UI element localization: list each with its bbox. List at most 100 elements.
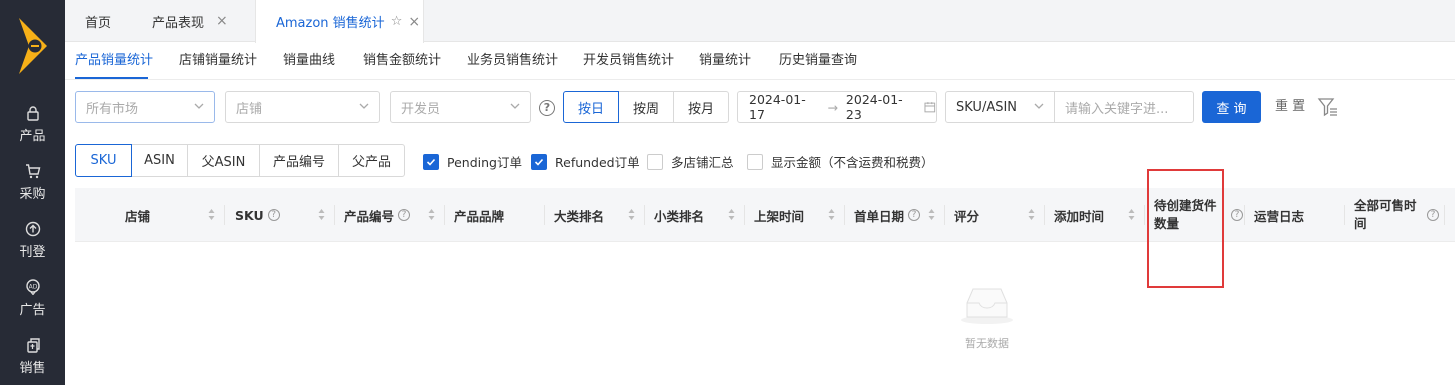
column-divider [744,205,745,225]
date-range-picker[interactable]: 2024-01-17 → 2024-01-23 [737,91,937,123]
date-end[interactable]: 2024-01-23 [846,92,916,122]
chevron-down-icon [194,103,204,109]
column-label: 大类排名 [554,208,605,224]
subnav-sales-curve[interactable]: 销量曲线 [283,42,335,80]
filter-icon[interactable] [1317,96,1339,118]
refunded-orders-checkbox[interactable]: Refunded订单 [531,152,640,171]
help-icon[interactable]: ? [539,100,555,116]
sidebar-item-purchase[interactable]: 采购 [0,156,65,208]
sort-icon[interactable] [1028,208,1035,221]
subnav-sales-amount[interactable]: 销售金额统计 [363,42,441,80]
dimension-parent-asin-button[interactable]: 父ASIN [187,144,260,177]
sidebar-item-product[interactable]: 产品 [0,98,65,150]
highlight-box [1147,169,1224,288]
column-divider [334,205,335,225]
column-header-first-order-date[interactable]: 首单日期? [854,188,921,242]
developer-select[interactable]: 开发员 [390,91,531,123]
column-header-brand[interactable]: 产品品牌 [454,188,504,242]
sidebar-item-listing[interactable]: 刊登 [0,214,65,266]
search-placeholder: 请输入关键字进... [1065,101,1169,117]
dimension-product-code-button[interactable]: 产品编号 [259,144,339,177]
column-header-rating[interactable]: 评分 [954,188,979,242]
search-input[interactable]: 请输入关键字进... [1054,91,1194,123]
column-header-operation-log[interactable]: 运营日志 [1254,188,1304,242]
sort-icon[interactable] [1128,208,1135,221]
column-header-shop[interactable]: 店铺 [125,188,150,242]
subnav-sales-stats[interactable]: 销量统计 [699,42,751,80]
sort-icon[interactable] [428,208,435,221]
column-header-added-time[interactable]: 添加时间 [1054,188,1104,242]
subnav-history[interactable]: 历史销量查询 [779,42,857,80]
chevron-down-icon [1034,103,1044,109]
column-header-sub-rank[interactable]: 小类排名 [654,188,704,242]
column-header-main-rank[interactable]: 大类排名 [554,188,604,242]
help-icon[interactable]: ? [398,209,411,221]
dimension-asin-button[interactable]: ASIN [131,144,188,177]
tab-product-performance[interactable]: 产品表现 × [152,0,228,42]
period-day-button[interactable]: 按日 [563,91,619,123]
column-label: 产品编号 [344,208,395,224]
column-label: 产品品牌 [454,208,505,224]
period-toggle: 按日 按周 按月 [563,91,729,123]
dimension-sku-button[interactable]: SKU [75,144,132,177]
period-week-button[interactable]: 按周 [618,91,674,123]
sidebar-item-sales[interactable]: 销售 [0,330,65,382]
sort-icon[interactable] [728,208,735,221]
dimension-parent-product-button[interactable]: 父产品 [338,144,405,177]
multi-shop-summary-checkbox[interactable]: 多店铺汇总 [647,152,734,171]
subnav-product-sales[interactable]: 产品销量统计 [75,42,153,80]
calendar-icon [924,102,936,113]
checkbox-empty-icon [747,153,763,170]
column-label: 店铺 [125,208,151,224]
tab-amazon-sales[interactable]: Amazon 销售统计 ☆ × [255,0,424,43]
column-header-sku[interactable]: SKU? [235,188,280,242]
column-label: 首单日期 [854,208,905,224]
sidebar-item-label: 销售 [19,360,46,376]
search-type-select[interactable]: SKU/ASIN [945,91,1055,123]
query-button[interactable]: 查 询 [1202,91,1261,123]
column-label: 添加时间 [1054,208,1105,224]
table-header: 店铺 SKU? 产品编号? 产品品牌 大类排名 小类排名 上架时间 首单日期? … [75,188,1455,242]
sidebar-item-label: 广告 [19,302,46,318]
subnav-developer[interactable]: 开发员销售统计 [583,42,674,80]
column-divider [444,205,445,225]
column-header-listing-time[interactable]: 上架时间 [754,188,804,242]
sub-navigation: 产品销量统计 店铺销量统计 销量曲线 销售金额统计 业务员销售统计 开发员销售统… [65,42,1455,80]
sort-icon[interactable] [318,208,325,221]
pending-orders-checkbox[interactable]: Pending订单 [423,152,522,171]
shop-select[interactable]: 店铺 [225,91,380,123]
checkbox-checked-icon [423,153,439,170]
date-start[interactable]: 2024-01-17 [749,92,819,122]
column-label: 运营日志 [1254,208,1305,224]
reset-button[interactable]: 重 置 [1275,91,1305,123]
help-icon[interactable]: ? [267,209,280,221]
column-divider [224,205,225,225]
column-header-product-code[interactable]: 产品编号? [344,188,411,242]
sort-icon[interactable] [628,208,635,221]
sort-icon[interactable] [928,208,935,221]
column-divider [1344,205,1345,225]
column-header-all-sellable-time[interactable]: 全部可售时 间 [1354,188,1417,242]
checkbox-label: Refunded订单 [555,155,640,170]
column-label-line1: 全部可售时 [1354,198,1417,213]
search-type-value: SKU/ASIN [956,99,1018,115]
close-icon[interactable]: × [408,14,420,30]
active-underline [75,77,148,79]
subnav-salesperson[interactable]: 业务员销售统计 [467,42,558,80]
tab-home[interactable]: 首页 [85,0,111,42]
sidebar-item-ads[interactable]: AD 广告 [0,272,65,324]
star-icon[interactable]: ☆ [391,14,403,29]
help-icon[interactable]: ? [1427,209,1439,221]
show-amount-checkbox[interactable]: 显示金额（不含运费和税费） [747,152,934,171]
subnav-shop-sales[interactable]: 店铺销量统计 [179,42,257,80]
market-select[interactable]: 所有市场 [75,91,215,123]
column-label: 评分 [954,208,980,224]
close-icon[interactable]: × [216,13,228,29]
help-icon[interactable]: ? [1231,209,1243,221]
checkbox-label: Pending订单 [447,155,522,170]
period-month-button[interactable]: 按月 [673,91,729,123]
sort-icon[interactable] [208,208,215,221]
help-icon[interactable]: ? [908,209,921,221]
sort-icon[interactable] [828,208,835,221]
developer-placeholder: 开发员 [401,101,441,117]
